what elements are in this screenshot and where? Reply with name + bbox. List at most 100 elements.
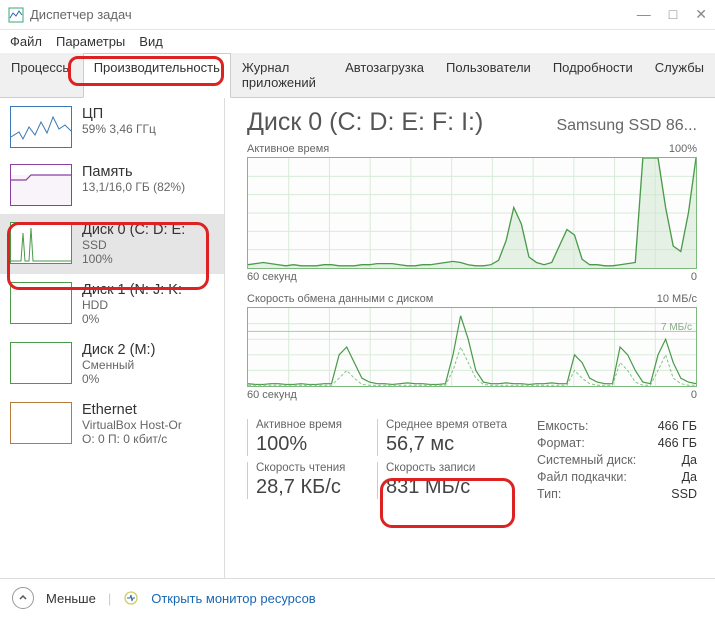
stats: Активное время 100% Среднее время ответа… [247,419,697,505]
disk0-sub1: SSD [82,238,185,252]
tab-services[interactable]: Службы [644,53,715,97]
stat-read-speed-value: 28,7 КБ/с [256,476,377,499]
prop-capacity-v: 466 ГБ [658,419,697,433]
resmon-icon [123,590,139,606]
stat-avg-response-value: 56,7 мс [386,433,507,456]
eth-text: Ethernet VirtualBox Host-Or О: 0 П: 0 кб… [82,402,182,446]
menu-options[interactable]: Параметры [56,34,125,49]
stat-read-speed: Скорость чтения 28,7 КБ/с [247,462,377,499]
maximize-button[interactable]: □ [669,6,677,23]
disk1-thumb [10,282,72,324]
disk2-thumb [10,342,72,384]
cpu-thumb [10,106,72,148]
disk1-text: Диск 1 (N: J: K: HDD 0% [82,282,182,326]
memory-sub: 13,1/16,0 ГБ (82%) [82,180,185,194]
chart2-xaxis: 60 секунд [247,389,297,401]
disk2-title: Диск 2 (M:) [82,342,155,358]
app-icon [8,7,24,23]
cpu-title: ЦП [82,106,156,122]
prop-formatted-v: 466 ГБ [658,436,697,450]
memory-thumb [10,164,72,206]
menu-view[interactable]: Вид [139,34,163,49]
menu-file[interactable]: Файл [10,34,42,49]
stat-write-speed-label: Скорость записи [386,462,507,474]
stat-write-speed-value: 831 МБ/с [386,476,507,499]
eth-sub2: О: 0 П: 0 кбит/с [82,432,182,446]
memory-title: Память [82,164,185,180]
fewer-details-label[interactable]: Меньше [46,591,96,606]
tabs: Процессы Производительность Журнал прило… [0,53,715,98]
chart1-bottom: 60 секунд 0 [247,271,697,291]
chart2-inner-label: 7 МБ/с [661,322,692,333]
window-controls: — □ ✕ [637,6,707,23]
prop-type-v: SSD [671,487,697,501]
disk2-sub2: 0% [82,372,155,386]
disk-model: Samsung SSD 86... [556,117,697,135]
disk1-sub2: 0% [82,312,182,326]
chart2-xmax: 0 [691,389,697,401]
disk2-text: Диск 2 (M:) Сменный 0% [82,342,155,386]
tab-startup[interactable]: Автозагрузка [334,53,435,97]
sidebar-item-disk2[interactable]: Диск 2 (M:) Сменный 0% [0,334,224,394]
window-title: Диспетчер задач [30,7,637,22]
stats-left: Активное время 100% Среднее время ответа… [247,419,507,505]
tab-details[interactable]: Подробности [542,53,644,97]
disk0-thumb [10,222,72,264]
content: ЦП 59% 3,46 ГГц Память 13,1/16,0 ГБ (82%… [0,98,715,578]
prop-pagefile-v: Да [682,470,697,484]
disk0-sub2: 100% [82,252,185,266]
prop-system-v: Да [682,453,697,467]
disk1-sub1: HDD [82,298,182,312]
sidebar-item-memory[interactable]: Память 13,1/16,0 ГБ (82%) [0,156,224,214]
chart1-xmax: 0 [691,271,697,283]
cpu-sub: 59% 3,46 ГГц [82,122,156,136]
prop-type-k: Тип: [537,487,561,501]
stat-active-time: Активное время 100% [247,419,377,456]
chart2-labels: Скорость обмена данными с диском 10 МБ/с [247,293,697,305]
chart2-max: 10 МБ/с [657,293,697,305]
chart-transfer-rate: 7 МБ/с [247,307,697,387]
fewer-details-button[interactable] [12,587,34,609]
stat-read-speed-label: Скорость чтения [256,462,377,474]
prop-system-k: Системный диск: [537,453,636,467]
tab-users[interactable]: Пользователи [435,53,542,97]
disk-title: Диск 0 (C: D: E: F: I:) [247,108,483,137]
main-panel: Диск 0 (C: D: E: F: I:) Samsung SSD 86..… [225,98,715,578]
main-header: Диск 0 (C: D: E: F: I:) Samsung SSD 86..… [247,108,697,137]
chart1-max: 100% [669,143,697,155]
stat-active-time-value: 100% [256,433,377,456]
resmon-link[interactable]: Открыть монитор ресурсов [151,591,315,606]
chart2-bottom: 60 секунд 0 [247,389,697,409]
disk2-sub1: Сменный [82,358,155,372]
sidebar: ЦП 59% 3,46 ГГц Память 13,1/16,0 ГБ (82%… [0,98,225,578]
prop-capacity-k: Емкость: [537,419,588,433]
chart-active-time [247,157,697,269]
disk1-title: Диск 1 (N: J: K: [82,282,182,298]
chart1-label: Активное время [247,143,329,155]
prop-formatted-k: Формат: [537,436,585,450]
close-button[interactable]: ✕ [695,6,707,23]
tab-app-history[interactable]: Журнал приложений [231,53,334,97]
sidebar-item-disk0[interactable]: Диск 0 (C: D: E: SSD 100% [0,214,224,274]
chart1-xaxis: 60 секунд [247,271,297,283]
eth-title: Ethernet [82,402,182,418]
menubar: Файл Параметры Вид [0,30,715,53]
tab-processes[interactable]: Процессы [0,53,83,97]
memory-text: Память 13,1/16,0 ГБ (82%) [82,164,185,206]
minimize-button[interactable]: — [637,6,651,23]
cpu-text: ЦП 59% 3,46 ГГц [82,106,156,148]
chart2-label: Скорость обмена данными с диском [247,293,433,305]
stats-right: Емкость: 466 ГБ Формат: 466 ГБ Системный д… [537,419,697,505]
eth-thumb [10,402,72,444]
tab-performance[interactable]: Производительность [83,53,231,98]
sidebar-item-disk1[interactable]: Диск 1 (N: J: K: HDD 0% [0,274,224,334]
stat-write-speed: Скорость записи 831 МБ/с [377,462,507,499]
eth-sub1: VirtualBox Host-Or [82,418,182,432]
sidebar-item-cpu[interactable]: ЦП 59% 3,46 ГГц [0,98,224,156]
stat-active-time-label: Активное время [256,419,377,431]
stat-avg-response-label: Среднее время ответа [386,419,507,431]
disk0-text: Диск 0 (C: D: E: SSD 100% [82,222,185,266]
stat-avg-response: Среднее время ответа 56,7 мс [377,419,507,456]
chart1-labels: Активное время 100% [247,143,697,155]
sidebar-item-ethernet[interactable]: Ethernet VirtualBox Host-Or О: 0 П: 0 кб… [0,394,224,454]
